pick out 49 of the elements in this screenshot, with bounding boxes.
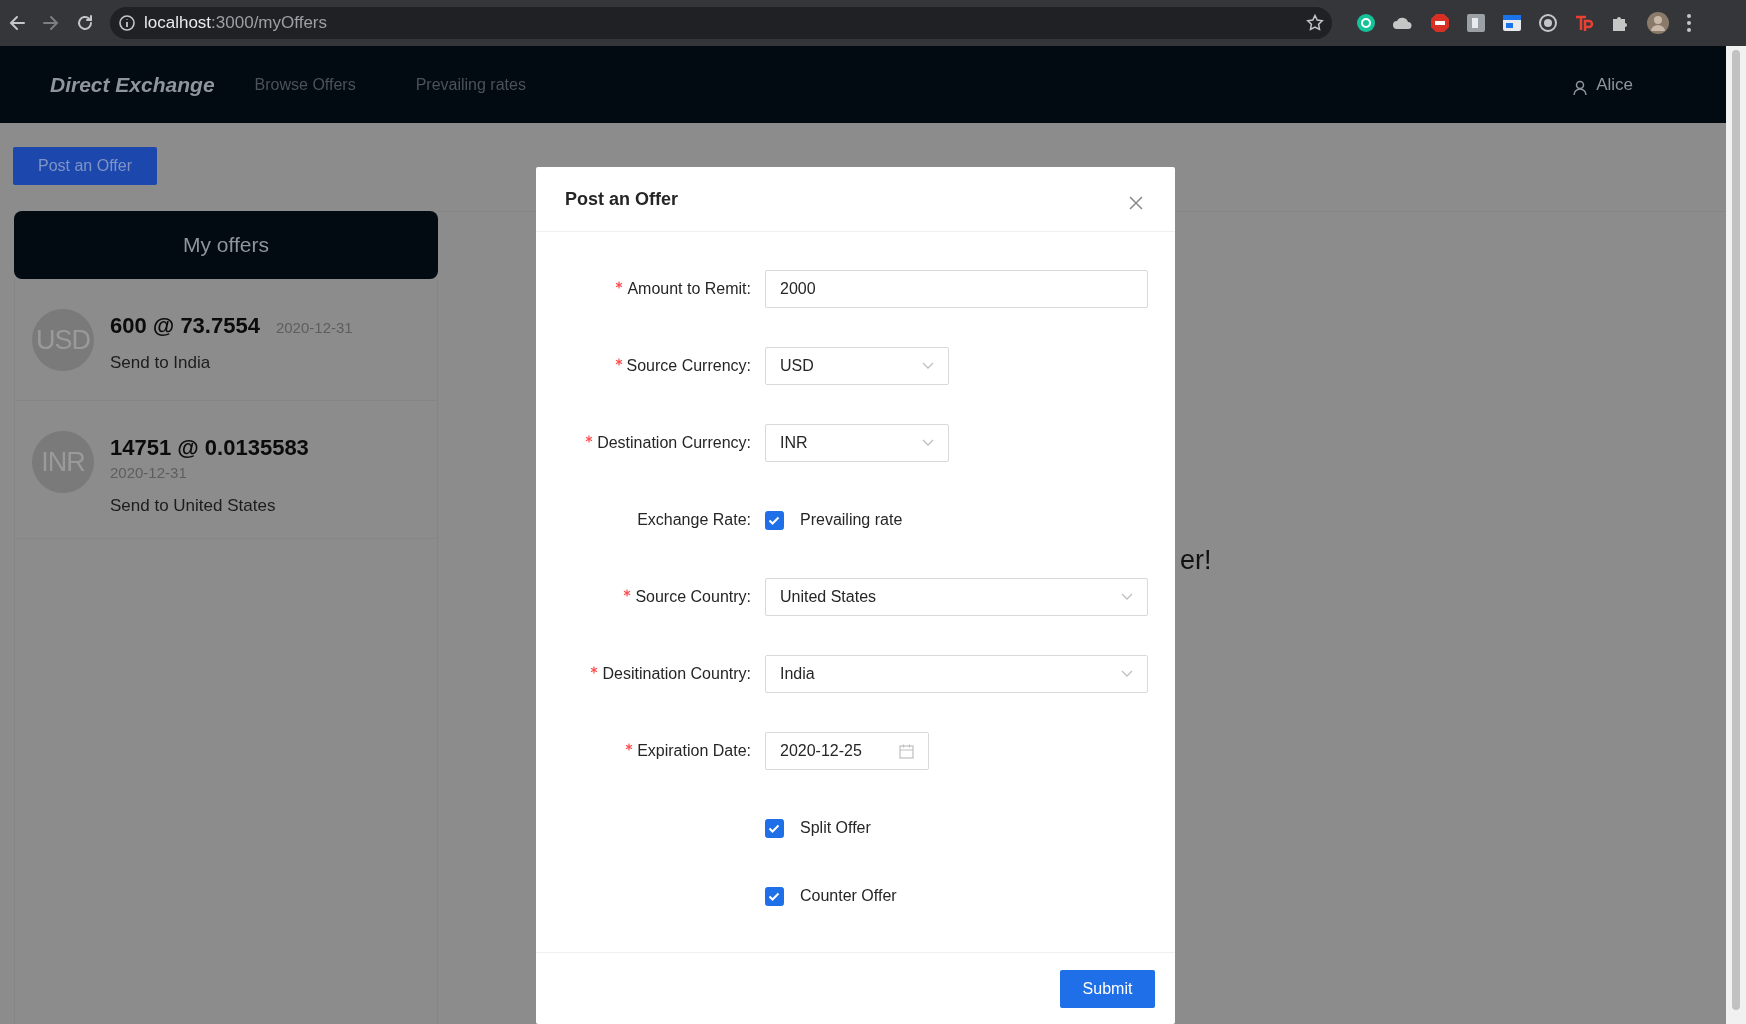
- select-field[interactable]: India: [765, 655, 1148, 693]
- close-icon[interactable]: [1128, 195, 1144, 211]
- star-icon[interactable]: [1306, 14, 1324, 32]
- panel-header: My offers: [14, 211, 438, 279]
- user-name[interactable]: Alice: [1596, 71, 1633, 98]
- chevron-down-icon: [1121, 593, 1133, 601]
- modal-title: Post an Offer: [565, 187, 679, 211]
- submit-button[interactable]: Submit: [1060, 969, 1155, 1008]
- offer-title: 600 @ 73.7554: [110, 312, 260, 340]
- field-label: Expiration Date:: [637, 741, 751, 761]
- forward-icon[interactable]: [42, 14, 60, 32]
- extension-icon[interactable]: [1466, 13, 1486, 33]
- checkbox[interactable]: [765, 818, 784, 838]
- info-icon[interactable]: [118, 14, 136, 32]
- background-message: er!: [1180, 544, 1212, 577]
- field-label: Amount to Remit:: [627, 279, 751, 299]
- chevron-down-icon: [922, 362, 934, 370]
- menu-icon[interactable]: [1686, 13, 1692, 33]
- offer-subtitle: Send to India: [110, 352, 212, 374]
- checkbox[interactable]: [765, 886, 784, 906]
- brand-logo[interactable]: Direct Exchange: [50, 68, 215, 101]
- offer-title: 14751 @ 0.0135583: [110, 434, 309, 462]
- window-icon[interactable]: [1502, 13, 1522, 33]
- reload-icon[interactable]: [76, 14, 94, 32]
- date-field[interactable]: 2020-12-25: [765, 732, 929, 770]
- chevron-down-icon: [1121, 670, 1133, 678]
- checkbox-label: Split Offer: [800, 818, 871, 838]
- select-field[interactable]: USD: [765, 347, 949, 385]
- avatar-icon[interactable]: [1646, 11, 1670, 35]
- back-icon[interactable]: [8, 14, 26, 32]
- field-label: Source Currency:: [626, 356, 751, 376]
- stop-sign-icon[interactable]: [1430, 13, 1450, 33]
- checkbox-label: Counter Offer: [800, 886, 897, 906]
- field-label: Source Country:: [635, 587, 751, 607]
- select-field[interactable]: United States: [765, 578, 1148, 616]
- checkbox[interactable]: [765, 510, 784, 530]
- user-icon[interactable]: [1572, 79, 1589, 96]
- extension-icon[interactable]: [1356, 13, 1376, 33]
- offer-subtitle: Send to United States: [110, 494, 277, 517]
- scrollbar[interactable]: [1726, 46, 1746, 1024]
- amount-input[interactable]: 2000: [765, 270, 1148, 308]
- field-label: Desitination Country:: [602, 664, 751, 684]
- target-icon[interactable]: [1538, 13, 1558, 33]
- chevron-down-icon: [922, 439, 934, 447]
- calendar-icon: [899, 743, 914, 759]
- field-label: Exchange Rate:: [637, 510, 751, 530]
- field-label: Destination Currency:: [597, 433, 751, 453]
- checkbox-label: Prevailing rate: [800, 510, 903, 530]
- select-field[interactable]: INR: [765, 424, 949, 462]
